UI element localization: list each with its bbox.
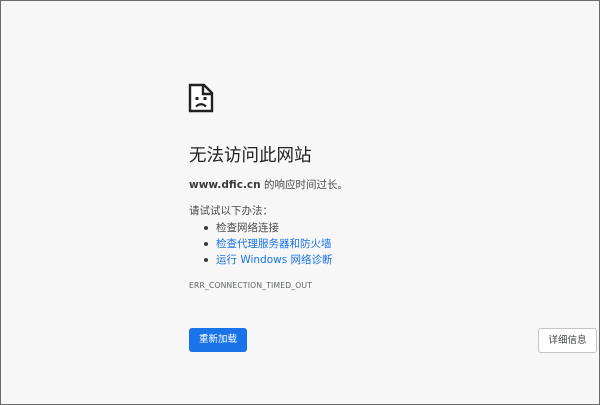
suggestions-heading: 请试试以下办法： <box>189 205 273 217</box>
error-summary: www.dfic.cn 的响应时间过长。 <box>189 177 348 193</box>
suggestion-check-network: 检查网络连接 <box>204 220 333 236</box>
error-host: www.dfic.cn <box>189 179 261 191</box>
error-code: ERR_CONNECTION_TIMED_OUT <box>189 281 313 290</box>
error-summary-text: 的响应时间过长。 <box>260 179 348 191</box>
bullet-icon <box>204 226 208 230</box>
suggestion-label: 检查网络连接 <box>216 222 279 234</box>
bullet-icon <box>204 258 208 262</box>
run-network-diagnostics-link[interactable]: 运行 Windows 网络诊断 <box>216 254 333 266</box>
suggestion-check-proxy-firewall[interactable]: 检查代理服务器和防火墙 <box>204 236 333 252</box>
bullet-icon <box>204 242 208 246</box>
error-title: 无法访问此网站 <box>189 146 312 166</box>
sad-document-icon <box>188 83 214 113</box>
suggestions-list: 检查网络连接 检查代理服务器和防火墙 运行 Windows 网络诊断 <box>204 220 333 268</box>
browser-error-page: 无法访问此网站 www.dfic.cn 的响应时间过长。 请试试以下办法： 检查… <box>0 0 600 405</box>
suggestion-run-network-diagnostics[interactable]: 运行 Windows 网络诊断 <box>204 252 333 268</box>
check-proxy-firewall-link[interactable]: 检查代理服务器和防火墙 <box>216 238 332 250</box>
details-button[interactable]: 详细信息 <box>538 328 597 353</box>
reload-button[interactable]: 重新加载 <box>189 328 247 352</box>
